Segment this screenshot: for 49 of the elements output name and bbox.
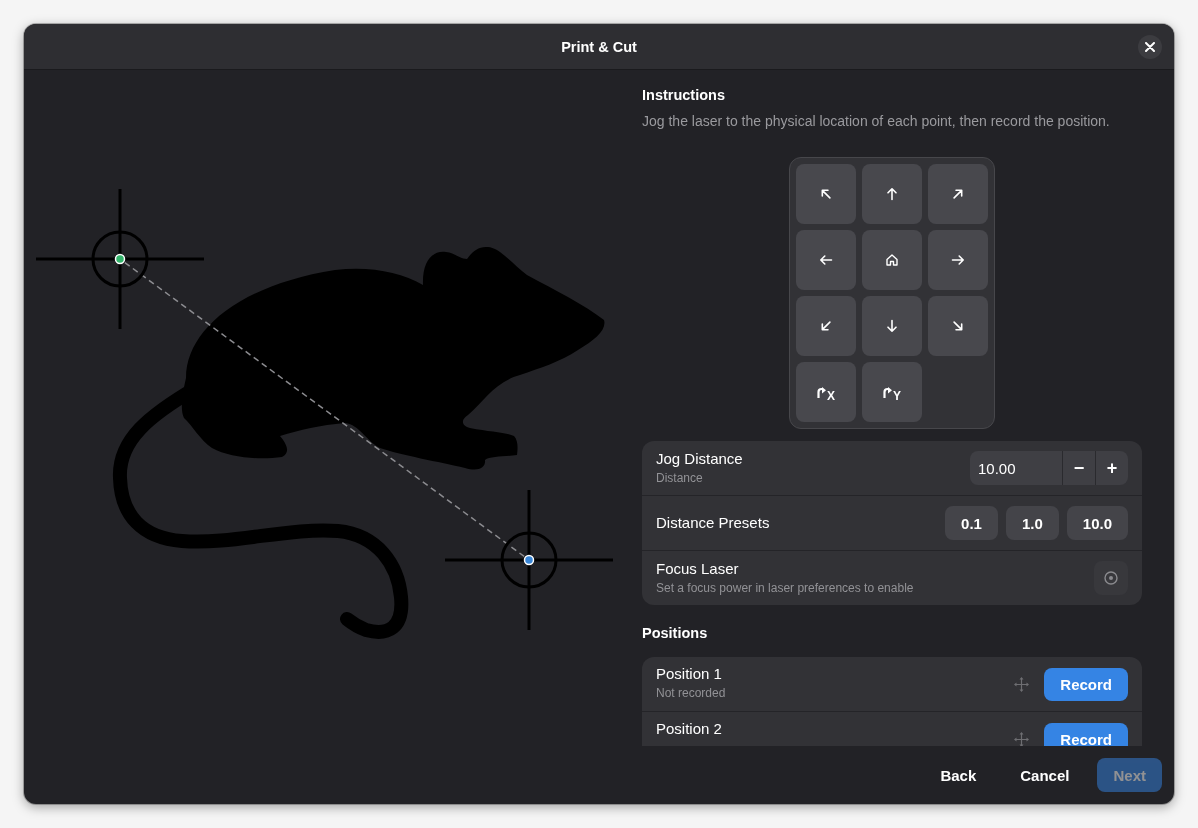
record-button[interactable]: Record [1044, 667, 1128, 701]
bent-arrow-icon [883, 386, 892, 398]
arrow-right-icon [951, 253, 965, 267]
decrement-button[interactable]: − [1062, 451, 1095, 485]
arrow-down-left-icon [819, 319, 833, 333]
jog-button[interactable] [862, 164, 922, 224]
jog-button[interactable] [862, 296, 922, 356]
row-subtitle: Not recorded [656, 685, 726, 701]
distance-field[interactable]: 10.00 [970, 451, 1062, 485]
section-heading: Positions [642, 624, 708, 643]
row-subtitle: Distance [656, 470, 703, 486]
jog-button[interactable]: X [796, 362, 856, 422]
jog-button[interactable] [796, 230, 856, 290]
instructions-text: Jog the laser to the physical location of each point, then record the position. [642, 112, 1110, 131]
increment-button[interactable]: + [1095, 451, 1128, 485]
jog-button[interactable]: Y [862, 362, 922, 422]
jog-button[interactable] [862, 230, 922, 290]
close-button[interactable] [1138, 34, 1162, 59]
jog-button[interactable] [796, 296, 856, 356]
arrow-left-icon [819, 253, 833, 267]
row-title: Position 1 [656, 665, 722, 683]
close-icon [1145, 41, 1155, 52]
target-icon [1104, 571, 1118, 585]
back-button[interactable]: Back [924, 758, 993, 792]
arrow-up-icon [885, 187, 899, 201]
arrow-down-icon [885, 319, 899, 333]
arrow-down-right-icon [951, 319, 965, 333]
record-button[interactable]: Record [1044, 722, 1128, 746]
jog-button[interactable] [928, 296, 988, 356]
preset-button[interactable]: 1.0 [1005, 506, 1059, 540]
arrow-up-right-icon [951, 187, 965, 201]
row-title: Jog Distance [656, 450, 743, 468]
jog-button[interactable] [928, 230, 988, 290]
preset-button[interactable]: 10.0 [1066, 506, 1128, 540]
window-title: Print & Cut [561, 38, 637, 55]
move-arrows-icon [1014, 676, 1030, 692]
jog-button[interactable] [796, 164, 856, 224]
home-icon [886, 254, 898, 266]
cancel-button[interactable]: Cancel [1004, 758, 1086, 792]
row-title: Distance Presets [656, 514, 770, 532]
jog-button[interactable] [928, 164, 988, 224]
row-title: Position 2 [656, 720, 722, 738]
move-arrows-icon [1014, 731, 1030, 746]
row-subtitle: Set a focus power in laser preferences to enable [656, 580, 914, 596]
row-title: Focus Laser [656, 560, 739, 578]
section-heading: Instructions [642, 86, 725, 105]
preset-button[interactable]: 0.1 [945, 506, 998, 540]
bent-arrow-icon [817, 386, 826, 398]
arrow-up-left-icon [819, 187, 833, 201]
